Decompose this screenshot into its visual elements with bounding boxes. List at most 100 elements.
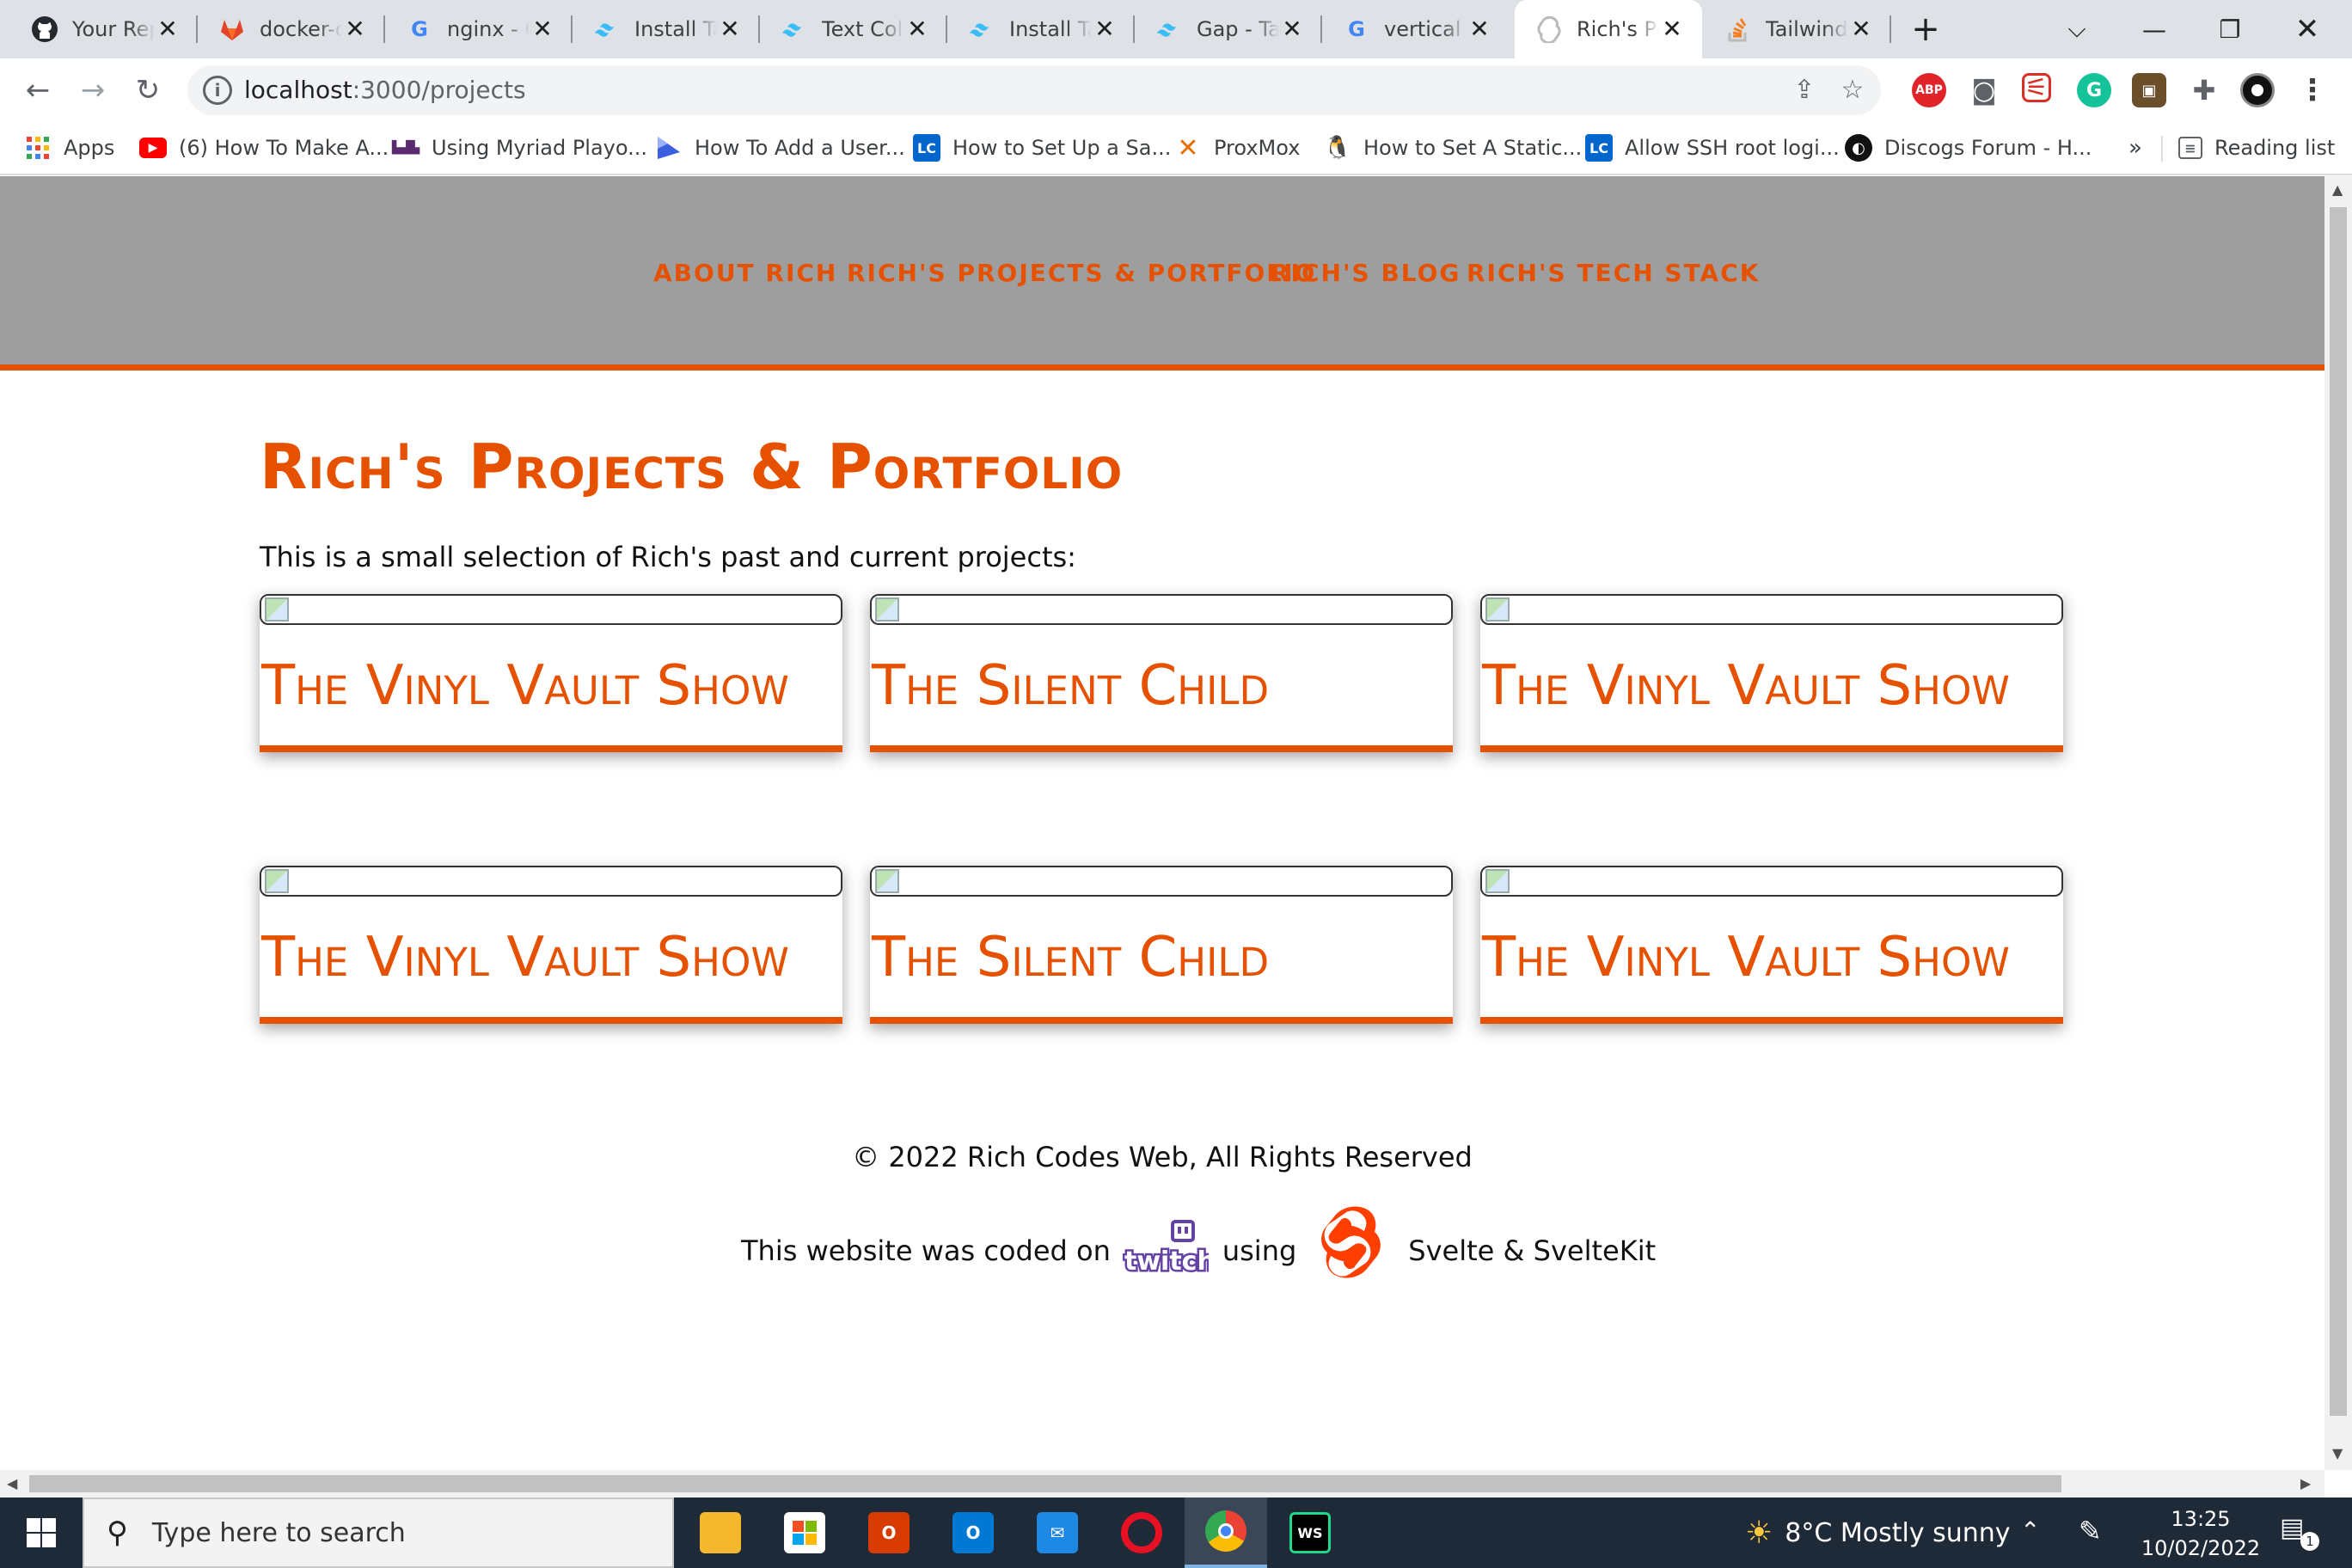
taskbar-file-explorer[interactable] <box>679 1498 762 1568</box>
twitch-logo-icon[interactable]: twitch <box>1122 1220 1217 1282</box>
bookmark-set-up[interactable]: LC How to Set Up a Sa... <box>913 132 1171 163</box>
start-button[interactable] <box>0 1498 83 1568</box>
lc-icon: LC <box>913 134 940 162</box>
close-icon[interactable]: ✕ <box>715 15 744 44</box>
show-hidden-icons-chevron-icon[interactable]: ⌃ <box>2020 1516 2040 1545</box>
close-icon[interactable]: ✕ <box>903 15 932 44</box>
project-title[interactable]: The Silent Child <box>872 926 1269 989</box>
bookmark-star-icon[interactable]: ☆ <box>1836 74 1869 107</box>
tab-richs-projects[interactable]: Rich's Projects ✕ <box>1515 0 1702 58</box>
horizontal-scrollbar[interactable]: ◀ ▶ <box>0 1470 2324 1498</box>
scroll-up-icon[interactable]: ▲ <box>2332 181 2343 198</box>
tailwind-icon <box>781 15 808 43</box>
project-card[interactable]: The Vinyl Vault Show <box>260 594 842 752</box>
close-icon[interactable]: ✕ <box>1465 15 1494 44</box>
close-icon[interactable]: ✕ <box>1277 15 1307 44</box>
url-text[interactable]: localhost:3000/projects <box>244 76 526 104</box>
notification-center-icon[interactable]: ▤ 1 <box>2280 1513 2319 1551</box>
new-tab-button[interactable]: + <box>1888 0 1963 58</box>
taskbar-outlook[interactable]: O <box>932 1498 1014 1568</box>
close-icon[interactable]: ✕ <box>528 15 557 44</box>
tab-nginx-search[interactable]: G nginx - Google Search ✕ <box>385 0 573 58</box>
scroll-right-icon[interactable]: ▶ <box>2300 1475 2311 1491</box>
project-card[interactable]: The Vinyl Vault Show <box>1480 594 2063 752</box>
tab-docker-compose[interactable]: docker-compose ✕ <box>198 0 385 58</box>
close-window-button[interactable]: ✕ <box>2269 0 2345 58</box>
pen-icon[interactable]: ✎ <box>2079 1515 2102 1547</box>
project-card[interactable]: The Vinyl Vault Show <box>1480 866 2063 1024</box>
bookmark-ssh-root[interactable]: LC Allow SSH root logi... <box>1585 132 1840 163</box>
project-card[interactable]: The Silent Child <box>870 866 1453 1024</box>
tab-text-color[interactable]: Text Color - Tailwind CSS ✕ <box>760 0 947 58</box>
project-title[interactable]: The Vinyl Vault Show <box>1482 926 2010 989</box>
back-button[interactable]: ← <box>17 70 58 111</box>
minimize-button[interactable]: — <box>2116 0 2192 58</box>
project-title[interactable]: The Vinyl Vault Show <box>261 654 789 718</box>
svelte-logo-icon[interactable] <box>1315 1204 1389 1298</box>
bookmark-add-user[interactable]: How To Add a User... <box>655 132 905 163</box>
treasure-chest-icon[interactable]: ▣ <box>2132 73 2166 107</box>
address-bar[interactable]: i localhost:3000/projects ⇪ ☆ <box>187 65 1881 115</box>
weather-widget[interactable]: ☀ 8°C Mostly sunny <box>1745 1498 2011 1568</box>
tab-install-tailwind-2[interactable]: Install Tailwind CSS ✕ <box>947 0 1135 58</box>
linux-icon: 🐧 <box>1323 135 1352 161</box>
project-title[interactable]: The Vinyl Vault Show <box>1482 654 2010 718</box>
nav-blog[interactable]: RICH'S BLOG <box>1271 259 1461 287</box>
taskbar-mail[interactable]: ✉ <box>1016 1498 1099 1568</box>
taskbar-office[interactable]: O <box>848 1498 930 1568</box>
tab-vertical-align[interactable]: G vertical align ✕ <box>1322 0 1510 58</box>
taskbar-opera[interactable] <box>1100 1498 1183 1568</box>
taskbar-store[interactable] <box>763 1498 846 1568</box>
scroll-left-icon[interactable]: ◀ <box>7 1475 17 1491</box>
project-title[interactable]: The Vinyl Vault Show <box>261 926 789 989</box>
close-icon[interactable]: ✕ <box>153 15 182 44</box>
taskbar-clock[interactable]: 13:25 10/02/2022 <box>2132 1504 2269 1563</box>
bookmark-proxmox[interactable]: ✕ ProxMox <box>1174 132 1300 163</box>
share-icon[interactable]: ⇪ <box>1788 74 1821 107</box>
tab-install-tailwind[interactable]: Install Tailwind CSS ✕ <box>573 0 760 58</box>
nav-about-rich[interactable]: ABOUT RICH <box>653 259 837 287</box>
adblock-plus-icon[interactable]: ABP <box>1912 73 1946 107</box>
taskbar-chrome[interactable] <box>1185 1498 1267 1568</box>
close-icon[interactable]: ✕ <box>1657 15 1687 44</box>
pdf-extension-icon[interactable]: ⚟ <box>2022 73 2051 103</box>
site-info-icon[interactable]: i <box>203 76 232 105</box>
taskbar-search[interactable]: ⚲ Type here to search <box>83 1498 674 1568</box>
scroll-down-icon[interactable]: ▼ <box>2332 1445 2343 1461</box>
bookmark-discogs[interactable]: ◐ Discogs Forum - H... <box>1845 132 2092 163</box>
tab-search-chevron-icon[interactable]: ⌵ <box>2039 0 2115 58</box>
project-title[interactable]: The Silent Child <box>872 654 1269 718</box>
search-placeholder: Type here to search <box>151 1517 406 1548</box>
camera-icon[interactable]: ◙ <box>1967 73 2001 107</box>
bookmark-static[interactable]: 🐧 How to Set A Static... <box>1323 132 1583 163</box>
chrome-menu-icon[interactable]: ⋮ <box>2295 73 2330 107</box>
forward-button[interactable]: → <box>72 70 113 111</box>
grammarly-icon[interactable]: G <box>2077 73 2111 107</box>
bookmarks-overflow-button[interactable]: » <box>2128 132 2142 163</box>
profile-avatar[interactable] <box>2240 73 2275 107</box>
taskbar-webstorm[interactable]: WS <box>1269 1498 1351 1568</box>
scrollbar-thumb[interactable] <box>29 1475 2061 1492</box>
project-card[interactable]: The Silent Child <box>870 594 1453 752</box>
tab-gap[interactable]: Gap - Tailwind CSS ✕ <box>1135 0 1322 58</box>
reading-list-button[interactable]: ≡ Reading list <box>2178 132 2335 163</box>
bookmark-youtube[interactable]: ▶ (6) How To Make A... <box>139 132 389 163</box>
reload-button[interactable]: ↻ <box>127 70 168 111</box>
close-icon[interactable]: ✕ <box>1090 15 1119 44</box>
close-icon[interactable]: ✕ <box>1847 15 1876 44</box>
bookmark-myriad[interactable]: ▙▟▙ Using Myriad Playo... <box>392 132 647 163</box>
bookmark-apps[interactable]: Apps <box>24 132 114 163</box>
extensions-puzzle-icon[interactable]: ✚ <box>2187 73 2221 107</box>
tab-your-repositories[interactable]: Your Repositories ✕ <box>10 0 198 58</box>
restore-button[interactable]: ❐ <box>2192 0 2268 58</box>
office-icon: O <box>868 1512 910 1553</box>
mail-icon: ✉ <box>1037 1512 1078 1553</box>
project-card[interactable]: The Vinyl Vault Show <box>260 866 842 1024</box>
bookmark-label: How to Set A Static... <box>1363 136 1583 160</box>
tab-tailwind[interactable]: Tailwind ✕ <box>1704 0 1891 58</box>
close-icon[interactable]: ✕ <box>340 15 370 44</box>
nav-tech-stack[interactable]: RICH'S TECH STACK <box>1467 259 1760 287</box>
vertical-scrollbar[interactable]: ▲ ▼ <box>2324 176 2352 1470</box>
nav-projects-portfolio[interactable]: RICH'S PROJECTS & PORTFOLIO <box>847 259 1316 287</box>
scrollbar-thumb[interactable] <box>2330 207 2347 1416</box>
